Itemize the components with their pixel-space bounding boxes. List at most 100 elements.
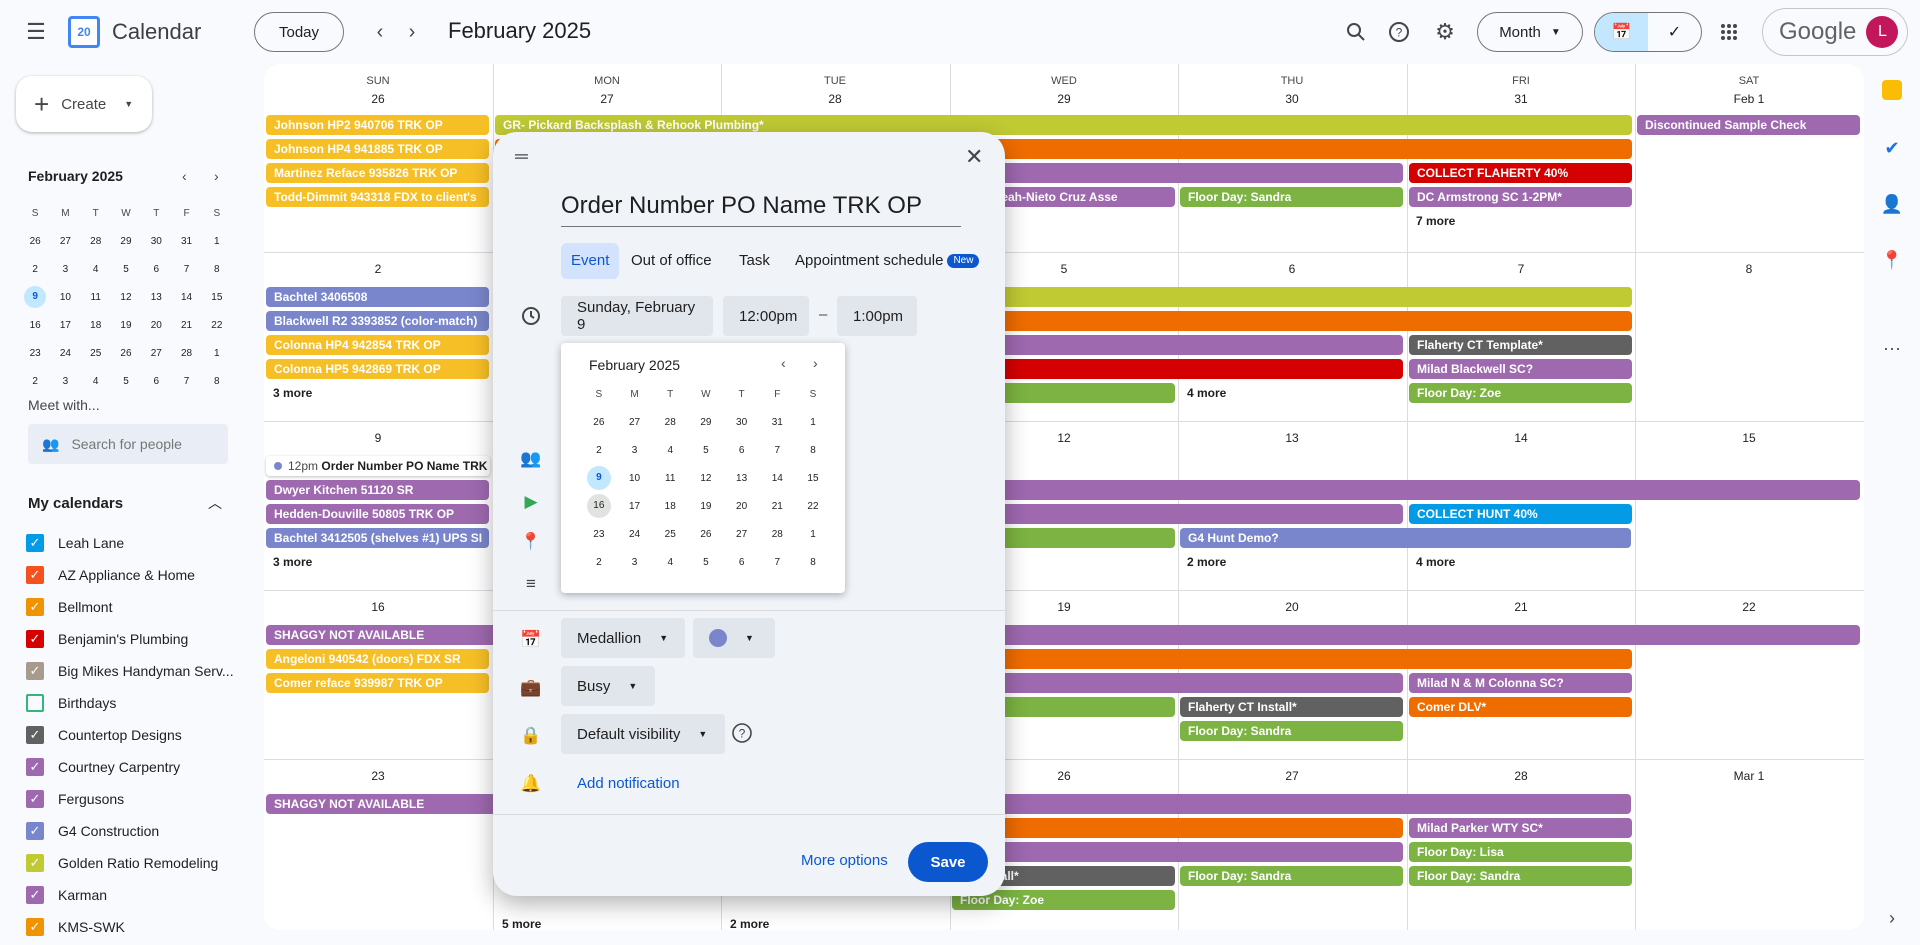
event-chip[interactable]: Milad Blackwell SC? bbox=[1409, 359, 1632, 379]
event-chip[interactable]: Colonna HP5 942869 TRK OP bbox=[266, 359, 489, 379]
mini-day[interactable]: 11 bbox=[81, 292, 111, 303]
event-chip[interactable]: Flaherty CT Install* bbox=[1180, 697, 1403, 717]
checkbox-checked-icon[interactable]: ✓ bbox=[26, 726, 44, 744]
checkbox-checked-icon[interactable]: ✓ bbox=[26, 598, 44, 616]
mini-day[interactable]: 5 bbox=[111, 376, 141, 387]
avatar[interactable]: L bbox=[1866, 16, 1899, 48]
mini-day[interactable]: 31 bbox=[171, 236, 201, 247]
checkbox-checked-icon[interactable]: ✓ bbox=[26, 534, 44, 552]
event-chip[interactable]: Floor Day: Sandra bbox=[1180, 866, 1403, 886]
day-number[interactable]: 30 bbox=[1178, 92, 1406, 106]
calendar-list-item[interactable]: ✓ Fergusons bbox=[26, 783, 236, 815]
checkbox-checked-icon[interactable]: ✓ bbox=[26, 790, 44, 808]
mini-day[interactable]: 10 bbox=[50, 292, 80, 303]
picker-day[interactable]: 4 bbox=[652, 445, 688, 456]
day-number[interactable]: 27 bbox=[493, 92, 721, 106]
day-number[interactable]: 14 bbox=[1407, 431, 1635, 445]
more-events-link[interactable]: 3 more bbox=[273, 386, 312, 400]
mini-day[interactable]: 24 bbox=[50, 348, 80, 359]
mini-day[interactable]: 7 bbox=[171, 376, 201, 387]
picker-day[interactable]: 2 bbox=[581, 557, 617, 568]
next-period-icon[interactable]: › bbox=[396, 16, 428, 48]
picker-day[interactable]: 3 bbox=[617, 557, 653, 568]
checkbox-checked-icon[interactable]: ✓ bbox=[26, 886, 44, 904]
maps-icon[interactable]: 📍 bbox=[1880, 248, 1904, 272]
event-chip[interactable]: Floor Day: Lisa bbox=[1409, 842, 1632, 862]
mini-day[interactable]: 13 bbox=[141, 292, 171, 303]
more-events-link[interactable]: 4 more bbox=[1416, 555, 1455, 569]
picker-day[interactable]: 25 bbox=[652, 529, 688, 540]
picker-day[interactable]: 13 bbox=[724, 473, 760, 484]
my-calendars-title[interactable]: My calendars bbox=[28, 495, 123, 512]
event-chip[interactable]: Comer reface 939987 TRK OP bbox=[266, 673, 489, 693]
mini-day[interactable]: 29 bbox=[111, 236, 141, 247]
day-number[interactable]: Mar 1 bbox=[1635, 769, 1863, 783]
end-time-field[interactable]: 1:00pm bbox=[837, 296, 917, 336]
mini-day[interactable]: 17 bbox=[50, 320, 80, 331]
picker-day[interactable]: 20 bbox=[724, 501, 760, 512]
picker-day[interactable]: 26 bbox=[581, 417, 617, 428]
people-search-input[interactable]: 👥 Search for people bbox=[28, 424, 228, 464]
mini-day[interactable]: 8 bbox=[202, 264, 232, 275]
calendar-list-item[interactable]: ✓ Big Mikes Handyman Serv... bbox=[26, 655, 236, 687]
picker-day[interactable]: 3 bbox=[617, 445, 653, 456]
mini-day[interactable]: 30 bbox=[141, 236, 171, 247]
tab-event[interactable]: Event bbox=[561, 243, 620, 279]
event-color-select[interactable]: ▼ bbox=[693, 618, 775, 658]
picker-day[interactable]: 1 bbox=[795, 417, 831, 428]
search-icon[interactable] bbox=[1340, 16, 1372, 48]
event-chip[interactable]: Milad N & M Colonna SC? bbox=[1409, 673, 1632, 693]
timed-event-chip[interactable]: 12pm Order Number PO Name TRK bbox=[266, 456, 490, 476]
calendar-list-item[interactable]: ✓ Leah Lane bbox=[26, 527, 236, 559]
picker-day[interactable]: 8 bbox=[795, 445, 831, 456]
picker-day[interactable]: 7 bbox=[759, 557, 795, 568]
mini-day[interactable]: 27 bbox=[141, 348, 171, 359]
picker-day[interactable]: 16 bbox=[581, 494, 617, 518]
picker-day[interactable]: 15 bbox=[795, 473, 831, 484]
mini-day[interactable]: 12 bbox=[111, 292, 141, 303]
calendar-select[interactable]: Medallion ▼ bbox=[561, 618, 685, 658]
event-chip[interactable]: Floor Day: Sandra bbox=[1180, 187, 1403, 207]
more-events-link[interactable]: 2 more bbox=[1187, 555, 1226, 569]
mini-day[interactable]: 28 bbox=[81, 236, 111, 247]
picker-day[interactable]: 29 bbox=[688, 417, 724, 428]
picker-day[interactable]: 28 bbox=[652, 417, 688, 428]
day-number[interactable]: 23 bbox=[264, 769, 492, 783]
checkbox-unchecked-icon[interactable] bbox=[26, 694, 44, 712]
picker-day[interactable]: 21 bbox=[759, 501, 795, 512]
event-chip[interactable]: DC Armstrong SC 1-2PM* bbox=[1409, 187, 1632, 207]
mini-day[interactable]: 5 bbox=[111, 264, 141, 275]
picker-day[interactable]: 6 bbox=[724, 445, 760, 456]
picker-day[interactable]: 31 bbox=[759, 417, 795, 428]
picker-day[interactable]: 4 bbox=[652, 557, 688, 568]
mini-day[interactable]: 1 bbox=[202, 236, 232, 247]
day-number[interactable]: 28 bbox=[1407, 769, 1635, 783]
picker-day[interactable]: 1 bbox=[795, 529, 831, 540]
start-time-field[interactable]: 12:00pm bbox=[723, 296, 809, 336]
more-events-link[interactable]: 7 more bbox=[1416, 214, 1455, 228]
mini-day[interactable]: 27 bbox=[50, 236, 80, 247]
main-menu-icon[interactable]: ☰ bbox=[20, 16, 52, 48]
mini-day[interactable]: 4 bbox=[81, 376, 111, 387]
apps-grid-icon[interactable] bbox=[1713, 16, 1745, 48]
day-number[interactable]: 26 bbox=[264, 92, 492, 106]
calendar-tasks-toggle[interactable]: 📅 ✓ bbox=[1594, 12, 1702, 52]
mini-next-month-icon[interactable]: › bbox=[214, 168, 219, 184]
picker-day[interactable]: 28 bbox=[759, 529, 795, 540]
event-chip[interactable]: Bachtel 3406508 bbox=[266, 287, 489, 307]
more-events-link[interactable]: 2 more bbox=[730, 917, 769, 930]
picker-day[interactable]: 24 bbox=[617, 529, 653, 540]
picker-day[interactable]: 27 bbox=[617, 417, 653, 428]
day-number[interactable]: 6 bbox=[1178, 262, 1406, 276]
checkbox-checked-icon[interactable]: ✓ bbox=[26, 630, 44, 648]
view-selector[interactable]: Month ▼ bbox=[1477, 12, 1583, 52]
event-chip[interactable]: Angeloni 940542 (doors) FDX SR bbox=[266, 649, 489, 669]
tab-appointment-schedule[interactable]: Appointment schedule New bbox=[785, 243, 989, 279]
keep-icon[interactable] bbox=[1882, 80, 1902, 100]
checkbox-checked-icon[interactable]: ✓ bbox=[26, 854, 44, 872]
event-chip[interactable]: Colonna HP4 942854 TRK OP bbox=[266, 335, 489, 355]
mini-day[interactable]: 3 bbox=[50, 264, 80, 275]
mini-day[interactable]: 2 bbox=[20, 376, 50, 387]
mini-day[interactable]: 19 bbox=[111, 320, 141, 331]
mini-previous-month-icon[interactable]: ‹ bbox=[182, 168, 187, 184]
